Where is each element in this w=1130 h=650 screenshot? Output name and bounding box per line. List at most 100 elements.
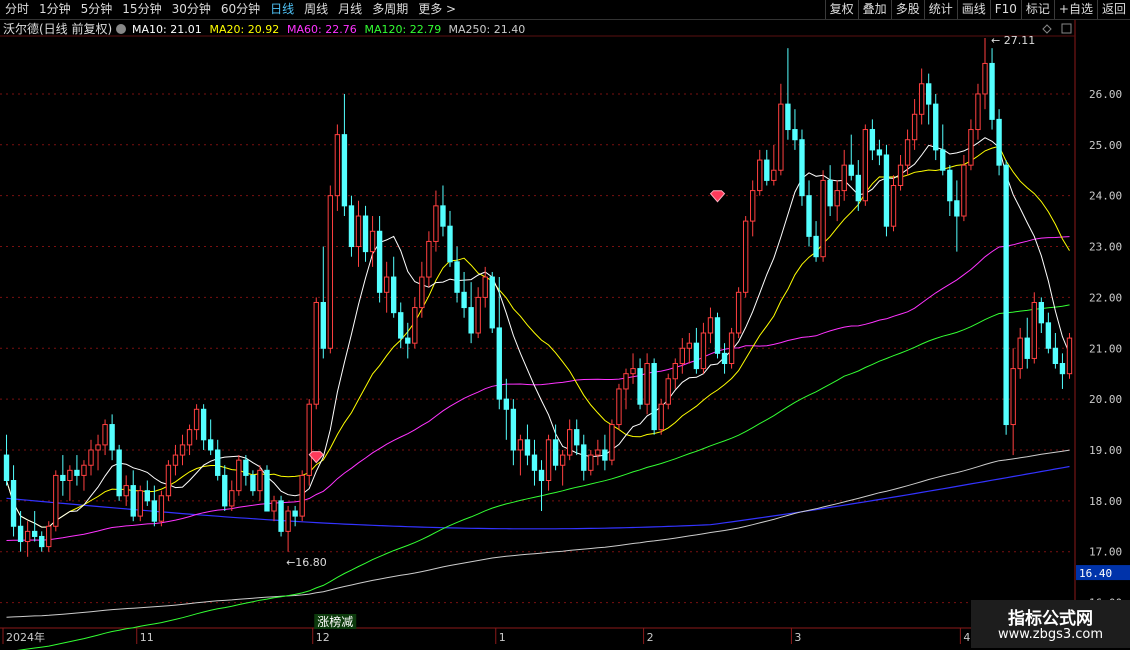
candle-body [848, 164, 854, 176]
date-axis: 2024年 11 12 1 2 3 4 [2, 628, 970, 644]
candle-body [327, 195, 334, 349]
candle-body [876, 149, 883, 156]
candle-body [651, 363, 657, 431]
ma-legend-item: MA60: 22.76 [287, 23, 357, 36]
candle-body [475, 296, 481, 334]
price-gridlines [0, 20, 1076, 629]
candle-body [179, 444, 186, 456]
candle-body [116, 449, 122, 497]
candle-body [271, 500, 277, 512]
candle-body [123, 485, 129, 497]
candle-body [130, 485, 136, 517]
candle-body [855, 174, 861, 202]
candle-body [1038, 301, 1045, 324]
candle-body [799, 139, 805, 197]
candle-body [545, 439, 552, 481]
ma-legend-item: MA120: 22.79 [365, 23, 442, 36]
x-tick-label: 12 [316, 631, 330, 644]
candle-body [243, 459, 249, 476]
candle-body [10, 480, 17, 527]
candle-body [869, 129, 876, 151]
candle-body [222, 474, 228, 507]
candle-body [566, 429, 573, 456]
candle-body [947, 169, 953, 202]
candle-body [658, 403, 664, 431]
candle-body [735, 291, 742, 334]
candle-body [637, 368, 643, 405]
ma-legend-item: MA10: 21.01 [132, 23, 202, 36]
candle-body [890, 185, 897, 227]
candle-body [383, 276, 390, 293]
candle-body [834, 190, 840, 207]
candle-body [1052, 347, 1059, 365]
candle-body [841, 164, 847, 192]
candle-body [391, 276, 397, 314]
candle-body [792, 129, 798, 141]
candle-body [595, 449, 601, 456]
watermark-url: www.zbgs3.com [997, 627, 1104, 642]
candle-body [707, 317, 714, 334]
candle-body [426, 240, 432, 278]
candle-body [813, 235, 819, 258]
candle-body [602, 449, 608, 461]
candle-body [827, 179, 833, 207]
candle-body [1017, 337, 1023, 370]
candle-body [24, 530, 31, 543]
candle-body [348, 205, 355, 248]
x-tick-label: 3 [794, 631, 801, 644]
candle-body [144, 490, 150, 502]
candle-body [665, 378, 671, 405]
candle-body [517, 439, 524, 451]
candle-body [313, 301, 319, 405]
candle-body [510, 408, 517, 451]
high-price-label: ← 27.11 [991, 34, 1035, 47]
candle-body [679, 347, 685, 365]
candle-body [207, 439, 214, 451]
candle-body [405, 337, 411, 344]
annotation-label: 涨榜减 [317, 614, 353, 629]
candle-body [151, 500, 158, 522]
candle-body [81, 464, 87, 476]
candle-body [757, 159, 763, 192]
candle-body [975, 93, 981, 131]
candle-body [721, 352, 728, 365]
candle-body [39, 535, 45, 548]
candle-body [341, 134, 348, 207]
candle-body [60, 474, 66, 481]
candle-body [200, 408, 207, 441]
candle-body [489, 276, 495, 329]
y-tick-label: 18.00 [1089, 495, 1122, 508]
candle-body [440, 205, 446, 227]
candle-body [996, 118, 1002, 166]
candle-body [771, 169, 777, 181]
candle-body [728, 332, 735, 365]
candle-body [376, 230, 383, 293]
candle-body [31, 530, 38, 537]
candle-body [961, 164, 967, 217]
candle-body [531, 454, 538, 471]
candle-body [109, 424, 115, 451]
x-tick-label: 11 [140, 631, 154, 644]
candle-body [355, 215, 362, 248]
candle-body [524, 439, 531, 456]
x-tick-label: 2 [647, 631, 654, 644]
candle-body [278, 500, 284, 532]
candle-body [700, 332, 707, 370]
candle-body [693, 342, 700, 370]
candle-body [559, 454, 566, 466]
candle-body [933, 103, 939, 151]
y-tick-label: 20.00 [1089, 393, 1122, 406]
candle-body [968, 129, 974, 166]
candle-body [1031, 301, 1037, 359]
candle-body [461, 291, 467, 309]
candlestick-chart[interactable]: 16.0017.0018.0019.0020.0021.0022.0023.00… [0, 0, 1130, 650]
window-toggle-icon [1061, 23, 1072, 34]
candle-body [102, 424, 108, 446]
candle-body [285, 510, 291, 532]
ma-legend-item: MA20: 20.92 [210, 23, 280, 36]
candle-body [883, 154, 890, 227]
candle-body [672, 363, 678, 380]
y-tick-label: 21.00 [1089, 342, 1122, 355]
candle-body [306, 403, 312, 476]
candle-body [588, 454, 594, 471]
